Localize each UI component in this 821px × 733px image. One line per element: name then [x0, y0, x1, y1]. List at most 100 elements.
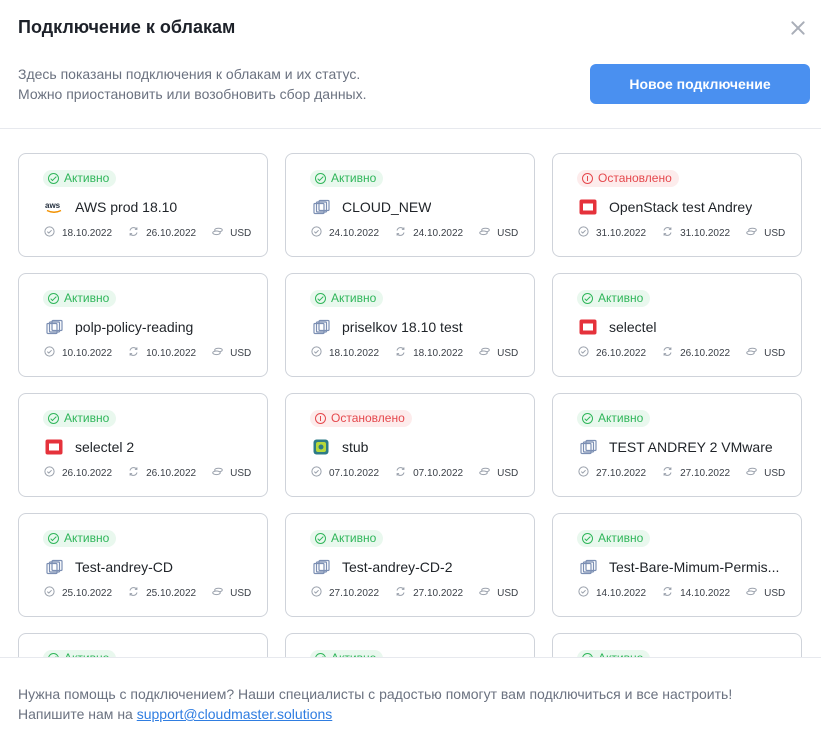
- currency-icon: [746, 346, 764, 360]
- connection-card[interactable]: Активно selectel 26.10.2022 26.10.2022 USD: [552, 273, 802, 377]
- connection-card[interactable]: Активно: [18, 633, 268, 657]
- svg-text:aws: aws: [45, 201, 61, 210]
- created-date-icon: [311, 586, 329, 600]
- created-date: 18.10.2022: [329, 347, 380, 359]
- status-badge: Активно: [43, 650, 117, 657]
- status-label: Активно: [64, 291, 110, 305]
- synced-date: 25.10.2022: [146, 587, 197, 599]
- synced-date: 26.10.2022: [146, 227, 197, 239]
- connection-card[interactable]: Активно Test-andrey-CD-2 27.10.2022 27.10.2…: [285, 513, 535, 617]
- status-badge: Активно: [43, 170, 117, 187]
- currency-icon: [746, 586, 764, 600]
- currency-icon: [212, 466, 230, 480]
- connection-meta: 26.10.2022 26.10.2022 USD: [44, 466, 251, 480]
- connection-card[interactable]: Активно Test-andrey-CD 25.10.2022 25.10.202…: [18, 513, 268, 617]
- connection-card[interactable]: Активно priselkov 18.10 test 18.10.2022 18.…: [285, 273, 535, 377]
- status-label: Остановлено: [598, 171, 672, 185]
- currency: USD: [230, 227, 252, 239]
- created-date-icon: [44, 466, 62, 480]
- connection-card[interactable]: Активно Test-Bare-Mimum-Permis... 14.10.20…: [552, 513, 802, 617]
- status-label: Остановлено: [331, 411, 405, 425]
- created-date: 27.10.2022: [596, 467, 647, 479]
- connection-card[interactable]: Активно: [285, 633, 535, 657]
- alert-circle-icon: [582, 173, 593, 184]
- description-line-2: Можно приостановить или возобновить сбор…: [18, 86, 367, 102]
- connection-card[interactable]: Активно aws AWS prod 18.10 18.10.2022 26.10.…: [18, 153, 268, 257]
- status-label: Активно: [598, 411, 644, 425]
- connection-card[interactable]: Остановлено stub 07.10.2022 07.10.2022 USD: [285, 393, 535, 497]
- sync-icon: [662, 586, 680, 600]
- check-circle-icon: [315, 533, 326, 544]
- connection-name: CLOUD_NEW: [342, 199, 432, 215]
- created-date-icon: [44, 346, 62, 360]
- connection-name-row: CLOUD_NEW: [312, 197, 530, 217]
- currency: USD: [764, 587, 786, 599]
- sync-icon: [395, 586, 413, 600]
- connection-card[interactable]: Активно selectel 2 26.10.2022 26.10.2022 USD: [18, 393, 268, 497]
- currency-icon: [746, 226, 764, 240]
- connection-name: AWS prod 18.10: [75, 199, 178, 215]
- check-circle-icon: [582, 293, 593, 304]
- vmware-icon: [579, 438, 597, 456]
- check-circle-icon: [48, 413, 59, 424]
- connection-meta: 10.10.2022 10.10.2022 USD: [44, 346, 251, 360]
- openstack-icon: [579, 198, 597, 216]
- connection-name: priselkov 18.10 test: [342, 319, 463, 335]
- connection-name-row: TEST ANDREY 2 VMware: [579, 437, 797, 457]
- connection-card[interactable]: Активно polp-policy-reading 10.10.2022 10.1…: [18, 273, 268, 377]
- status-badge: Активно: [577, 530, 651, 547]
- connections-grid: Активно aws AWS prod 18.10 18.10.2022 26.10.…: [18, 153, 802, 657]
- connection-name-row: Test-andrey-CD: [45, 557, 263, 577]
- status-badge: Активно: [577, 290, 651, 307]
- created-date-icon: [578, 226, 596, 240]
- connection-name-row: selectel: [579, 317, 797, 337]
- status-badge: Активно: [43, 290, 117, 307]
- status-badge: Активно: [310, 170, 384, 187]
- status-badge: Активно: [43, 410, 117, 427]
- synced-date: 24.10.2022: [413, 227, 464, 239]
- support-email-link[interactable]: support@cloudmaster.solutions: [137, 706, 333, 722]
- vmware-icon: [312, 318, 330, 336]
- connection-card[interactable]: Активно CLOUD_NEW 24.10.2022 24.10.2022 USD: [285, 153, 535, 257]
- status-label: Активно: [64, 411, 110, 425]
- vmware-icon: [45, 558, 63, 576]
- status-badge: Активно: [43, 530, 117, 547]
- close-icon[interactable]: [789, 19, 807, 37]
- sync-icon: [128, 226, 146, 240]
- connection-meta: 27.10.2022 27.10.2022 USD: [311, 586, 518, 600]
- status-label: Активно: [598, 650, 643, 657]
- connection-meta: 31.10.2022 31.10.2022 USD: [578, 226, 785, 240]
- currency: USD: [230, 587, 252, 599]
- connection-name: selectel 2: [75, 439, 135, 455]
- connection-name: TEST ANDREY 2 VMware: [609, 439, 773, 455]
- connection-card[interactable]: Активно: [552, 633, 802, 657]
- created-date-icon: [44, 226, 62, 240]
- connection-meta: 18.10.2022 26.10.2022 USD: [44, 226, 251, 240]
- connections-scroll-area[interactable]: Активно aws AWS prod 18.10 18.10.2022 26.10.…: [0, 130, 821, 657]
- modal-title: Подключение к облакам: [18, 17, 236, 37]
- status-badge: Активно: [577, 650, 651, 657]
- currency: USD: [497, 347, 519, 359]
- status-label: Активно: [598, 531, 644, 545]
- created-date: 25.10.2022: [62, 587, 113, 599]
- vmware-icon: [312, 198, 330, 216]
- created-date-icon: [44, 586, 62, 600]
- status-label: Активно: [598, 291, 644, 305]
- currency-icon: [479, 226, 497, 240]
- created-date-icon: [578, 466, 596, 480]
- connection-card[interactable]: Остановлено OpenStack test Andrey 31.10.20…: [552, 153, 802, 257]
- check-circle-icon: [582, 413, 593, 424]
- synced-date: 26.10.2022: [680, 347, 731, 359]
- new-connection-button[interactable]: Новое подключение: [590, 64, 810, 104]
- connection-card[interactable]: Активно TEST ANDREY 2 VMware 27.10.2022 27.…: [552, 393, 802, 497]
- connection-name-row: Test-Bare-Mimum-Permis...: [579, 557, 797, 577]
- connection-name-row: priselkov 18.10 test: [312, 317, 530, 337]
- modal-description: Здесь показаны подключения к облакам и и…: [18, 64, 538, 104]
- sync-icon: [128, 466, 146, 480]
- synced-date: 18.10.2022: [413, 347, 464, 359]
- connection-name: OpenStack test Andrey: [609, 199, 753, 215]
- currency-icon: [479, 466, 497, 480]
- help-footer: Нужна помощь с подключением? Наши специа…: [0, 657, 821, 733]
- currency: USD: [764, 227, 786, 239]
- currency: USD: [230, 467, 252, 479]
